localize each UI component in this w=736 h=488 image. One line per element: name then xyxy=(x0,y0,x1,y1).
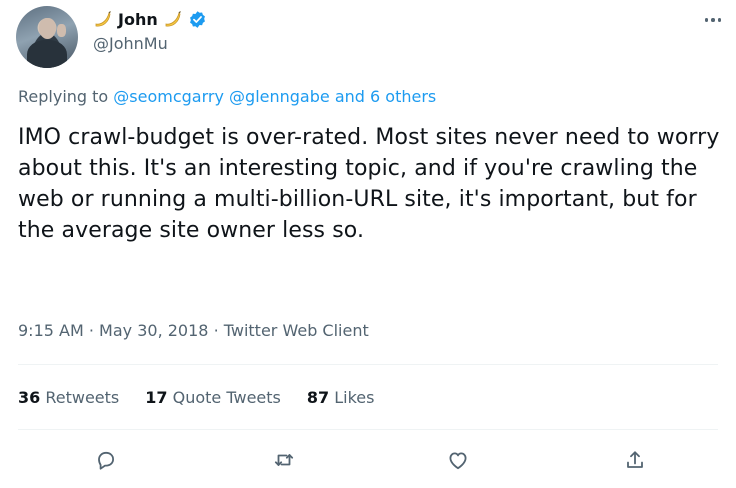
author-name[interactable]: John xyxy=(118,10,158,29)
retweet-button[interactable] xyxy=(267,443,301,477)
share-button[interactable] xyxy=(618,443,652,477)
author-handle[interactable]: @JohnMu xyxy=(93,34,168,53)
divider xyxy=(18,429,718,430)
quote-tweets-stat[interactable]: 17 Quote Tweets xyxy=(145,388,281,407)
tweet-date[interactable]: May 30, 2018 xyxy=(99,321,208,340)
quote-tweets-count: 17 xyxy=(145,388,168,407)
mention-link[interactable]: @seomcgarry xyxy=(113,87,224,106)
quote-tweets-label: Quote Tweets xyxy=(172,388,281,407)
engagement-stats: 36 Retweets 17 Quote Tweets 87 Likes xyxy=(18,388,374,407)
share-icon xyxy=(627,451,643,468)
verified-badge-icon xyxy=(189,10,205,28)
avatar-body-shape xyxy=(27,40,67,68)
heart-icon xyxy=(449,452,467,470)
retweets-count: 36 xyxy=(18,388,41,407)
meta-separator: · xyxy=(88,321,94,340)
tweet-actions xyxy=(18,443,718,477)
reply-icon xyxy=(98,451,114,470)
reply-button[interactable] xyxy=(89,443,123,477)
retweet-icon xyxy=(274,454,294,466)
author-name-row[interactable]: John xyxy=(93,8,207,30)
more-options-button[interactable] xyxy=(701,10,725,30)
tweet-text: IMO crawl-budget is over-rated. Most sit… xyxy=(18,125,720,243)
avatar-hand-shape xyxy=(57,24,66,37)
more-dot-icon xyxy=(704,18,709,22)
replying-to: Replying to @seomcgarry @glenngabe and 6… xyxy=(18,87,436,106)
meta-separator: · xyxy=(213,321,219,340)
avatar[interactable] xyxy=(16,6,78,68)
tweet-metadata: 9:15 AM · May 30, 2018 · Twitter Web Cli… xyxy=(18,321,369,340)
tweet-time[interactable]: 9:15 AM xyxy=(18,321,84,340)
banana-icon xyxy=(165,11,181,27)
replying-to-prefix: Replying to xyxy=(18,87,109,106)
tweet-client[interactable]: Twitter Web Client xyxy=(224,321,369,340)
likes-stat[interactable]: 87 Likes xyxy=(307,388,375,407)
more-dot-icon xyxy=(711,18,715,22)
more-dot-icon xyxy=(717,18,722,22)
likes-label: Likes xyxy=(334,388,375,407)
retweets-label: Retweets xyxy=(45,388,120,407)
likes-count: 87 xyxy=(306,388,330,407)
like-button[interactable] xyxy=(441,443,475,477)
mention-link[interactable]: @glenngabe xyxy=(229,87,330,106)
divider xyxy=(18,364,718,365)
banana-icon xyxy=(95,11,111,27)
retweets-stat[interactable]: 36 Retweets xyxy=(18,388,119,407)
others-link[interactable]: and 6 others xyxy=(335,87,436,106)
avatar-head-shape xyxy=(39,18,56,39)
